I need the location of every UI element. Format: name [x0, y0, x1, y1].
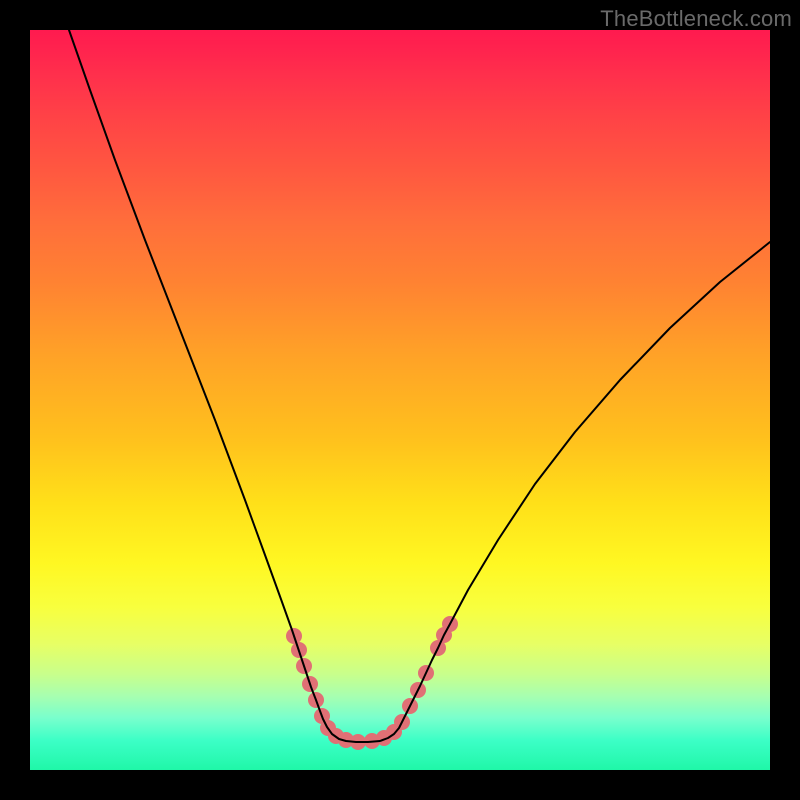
watermark-text: TheBottleneck.com [600, 6, 792, 32]
marker-group [286, 616, 458, 750]
image-frame: TheBottleneck.com [0, 0, 800, 800]
curve-overlay [30, 30, 770, 770]
bottleneck-curve [69, 30, 770, 742]
